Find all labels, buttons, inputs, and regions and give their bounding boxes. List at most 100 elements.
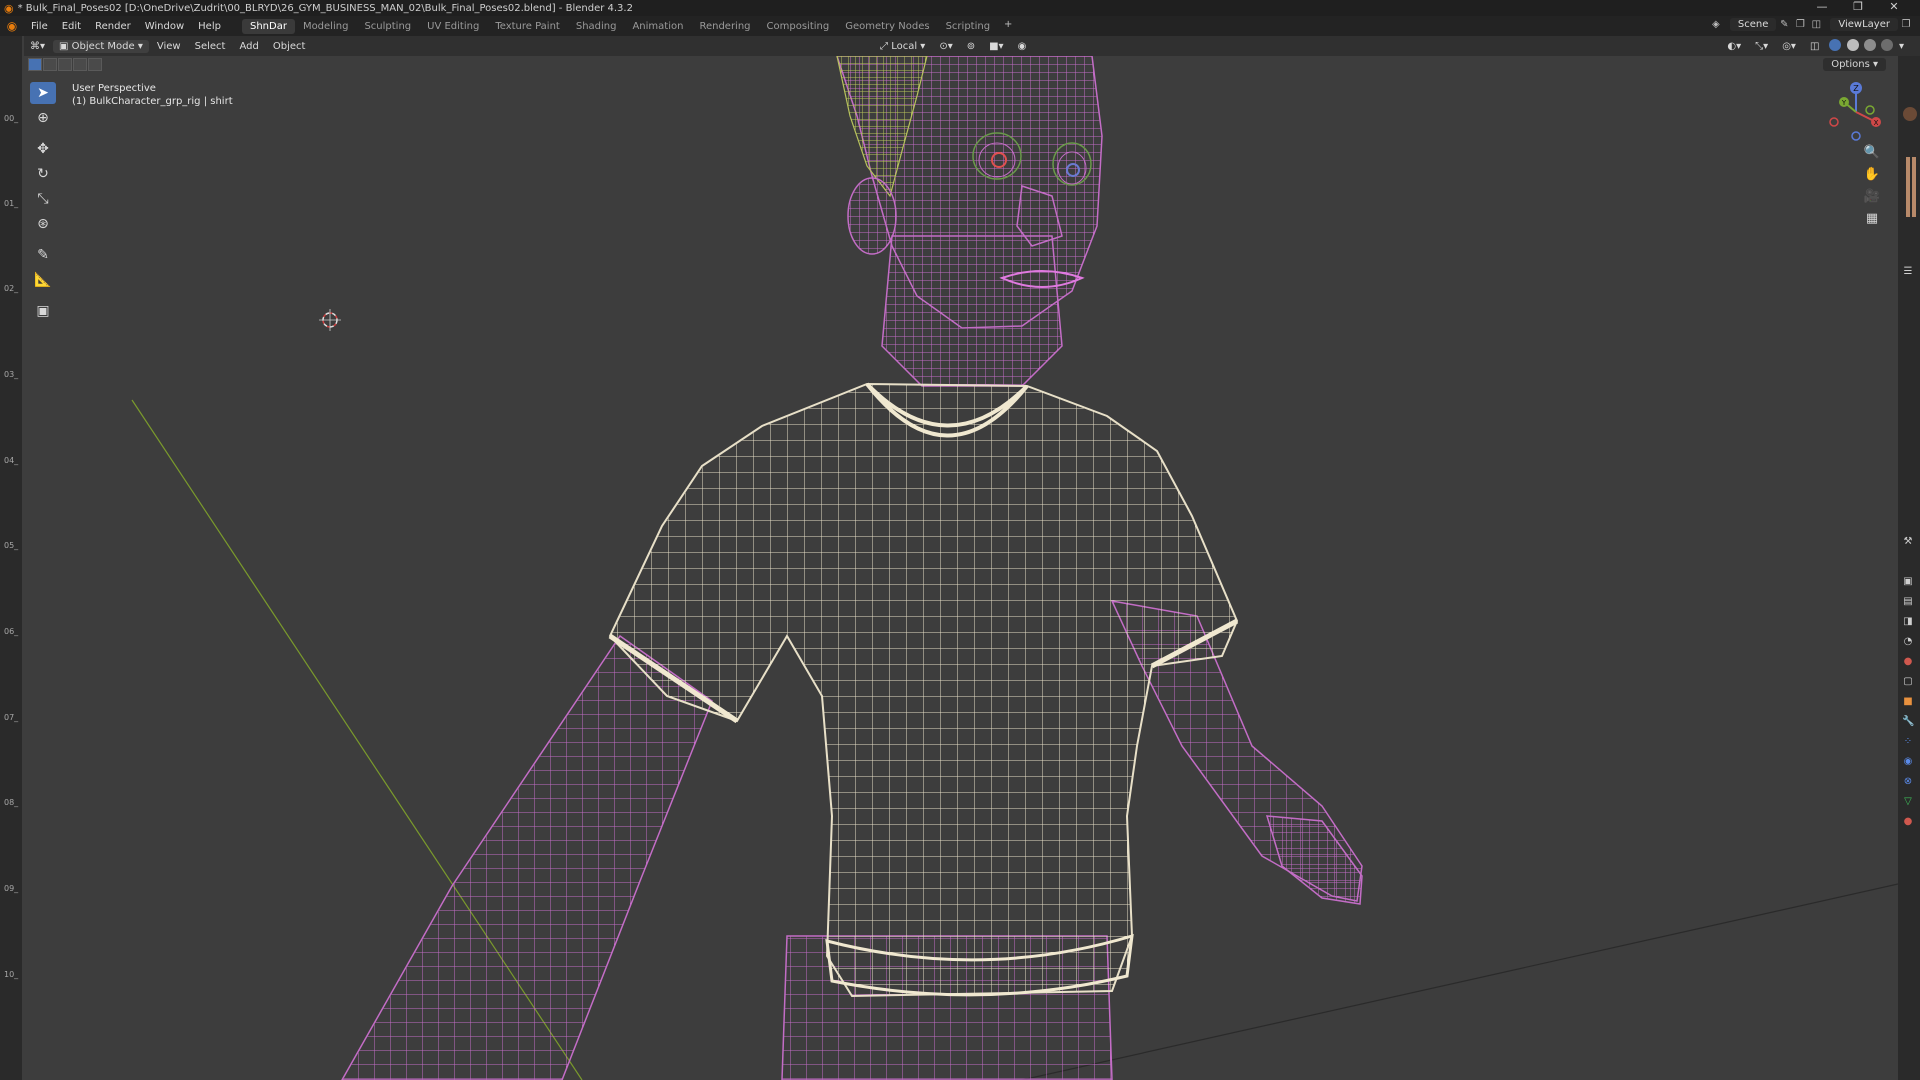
- marker-label: 00_: [4, 114, 19, 123]
- view-layer-field[interactable]: ViewLayer: [1830, 18, 1898, 31]
- workspace-tabs: ShnDar Modeling Sculpting UV Editing Tex…: [241, 18, 1018, 34]
- maximize-button[interactable]: ❐: [1840, 0, 1876, 13]
- window-titlebar: ◉ * Bulk_Final_Poses02 [D:\OneDrive\Zudr…: [0, 0, 1920, 16]
- cursor-icon[interactable]: ⊕: [30, 107, 56, 129]
- gizmo-neg-x[interactable]: [1829, 117, 1839, 127]
- tab-scripting[interactable]: Scripting: [938, 19, 998, 34]
- outliner-icon[interactable]: ☰: [1902, 266, 1914, 278]
- view-layer-props-icon[interactable]: ◨: [1902, 616, 1914, 628]
- select-box-icon[interactable]: ➤: [30, 82, 56, 104]
- editor-type-icon[interactable]: ⌘▾: [24, 40, 51, 53]
- select-new-icon[interactable]: [28, 58, 42, 71]
- data-props-icon[interactable]: ▽: [1902, 796, 1914, 808]
- output-props-icon[interactable]: ▤: [1902, 596, 1914, 608]
- tab-sculpting[interactable]: Sculpting: [356, 19, 419, 34]
- tab-shading[interactable]: Shading: [568, 19, 625, 34]
- rotate-icon[interactable]: ↻: [30, 163, 56, 185]
- menu-file[interactable]: File: [24, 21, 55, 32]
- constraints-props-icon[interactable]: ⊗: [1902, 776, 1914, 788]
- object-mode-dropdown[interactable]: ▣ Object Mode ▾: [53, 39, 149, 53]
- tab-shndar[interactable]: ShnDar: [241, 18, 295, 34]
- collection-props-icon[interactable]: ▢: [1902, 676, 1914, 688]
- gizmo-icon[interactable]: ⤡▾: [1749, 40, 1774, 53]
- menu-select[interactable]: Select: [189, 40, 232, 53]
- new-scene-icon[interactable]: ❐: [1792, 19, 1808, 30]
- snap-target-icon[interactable]: ■▾: [983, 40, 1009, 53]
- new-view-layer-icon[interactable]: ❐: [1898, 19, 1914, 30]
- menu-edit[interactable]: Edit: [55, 21, 88, 32]
- perspective-toggle-icon[interactable]: ▦: [1862, 211, 1882, 233]
- overlay-icon[interactable]: ◎▾: [1776, 40, 1802, 53]
- pan-hand-icon[interactable]: ✋: [1862, 167, 1882, 189]
- particles-props-icon[interactable]: ⁘: [1902, 736, 1914, 748]
- view-layer-icon[interactable]: ◫: [1808, 19, 1824, 30]
- menu-render[interactable]: Render: [88, 21, 138, 32]
- tab-uv-editing[interactable]: UV Editing: [419, 19, 487, 34]
- snap-icon[interactable]: ⊚: [961, 40, 981, 53]
- add-workspace-button[interactable]: +: [998, 19, 1018, 34]
- camera-view-icon[interactable]: 🎥: [1862, 189, 1882, 211]
- 3d-cursor-icon[interactable]: [319, 309, 341, 331]
- pivot-icon[interactable]: ⊙▾: [933, 40, 958, 53]
- world-props-icon[interactable]: ●: [1902, 656, 1914, 668]
- menu-object[interactable]: Object: [267, 40, 312, 53]
- zoom-icon[interactable]: 🔍: [1862, 145, 1882, 167]
- viewport-canvas[interactable]: [22, 56, 1898, 1080]
- tab-rendering[interactable]: Rendering: [691, 19, 758, 34]
- character-hand-mesh[interactable]: [1265, 815, 1363, 905]
- tool-props-icon[interactable]: ⚒: [1902, 536, 1914, 548]
- material-shading-icon[interactable]: [1863, 38, 1876, 51]
- navigation-gizmo[interactable]: Z Y X: [1826, 80, 1886, 144]
- 3d-viewport[interactable]: [22, 56, 1898, 1080]
- tab-geometry-nodes[interactable]: Geometry Nodes: [837, 19, 937, 34]
- solid-shading-icon[interactable]: [1846, 38, 1859, 51]
- transform-controls: ⤢ Local ▾ ⊙▾ ⊚ ■▾ ◉: [874, 40, 1034, 53]
- viewport-display-controls: ◐▾ ⤡▾ ◎▾ ◫ ▾: [1721, 38, 1912, 54]
- character-left-arm-mesh[interactable]: [341, 634, 713, 1080]
- object-props-icon[interactable]: ■: [1902, 696, 1914, 708]
- material-props-icon[interactable]: ●: [1902, 816, 1914, 828]
- visibility-icon[interactable]: ◐▾: [1721, 40, 1747, 53]
- pin-icon[interactable]: ✎: [1776, 19, 1792, 30]
- select-subtract-icon[interactable]: [58, 58, 72, 71]
- blender-menu-icon[interactable]: ◉: [0, 19, 24, 33]
- xray-icon[interactable]: ◫: [1804, 40, 1825, 53]
- add-cube-icon[interactable]: ▣: [30, 300, 56, 322]
- rendered-shading-icon[interactable]: [1880, 38, 1893, 51]
- transform-icon[interactable]: ⊛: [30, 213, 56, 235]
- proportional-edit-icon[interactable]: ◉: [1012, 40, 1033, 53]
- orientation-label: Local: [891, 40, 918, 52]
- menu-window[interactable]: Window: [138, 21, 191, 32]
- minimize-button[interactable]: —: [1804, 0, 1840, 13]
- menu-help[interactable]: Help: [191, 21, 228, 32]
- scene-props-icon[interactable]: ◔: [1902, 636, 1914, 648]
- select-intersect-icon[interactable]: [88, 58, 102, 71]
- gizmo-neg-z[interactable]: [1851, 131, 1861, 141]
- gizmo-neg-y[interactable]: [1865, 105, 1875, 115]
- modifier-props-icon[interactable]: 🔧: [1902, 716, 1914, 728]
- tab-animation[interactable]: Animation: [624, 19, 691, 34]
- character-ear-mesh[interactable]: [847, 177, 897, 255]
- tab-compositing[interactable]: Compositing: [759, 19, 838, 34]
- render-props-icon[interactable]: ▣: [1902, 576, 1914, 588]
- marker-label: 04_: [4, 456, 19, 465]
- select-extend-icon[interactable]: [43, 58, 57, 71]
- shading-options-icon[interactable]: ▾: [1893, 40, 1910, 53]
- select-invert-icon[interactable]: [73, 58, 87, 71]
- character-shirt-mesh[interactable]: [608, 382, 1239, 998]
- scene-field[interactable]: Scene: [1729, 18, 1777, 31]
- move-icon[interactable]: ✥: [30, 138, 56, 160]
- scale-icon[interactable]: ⤡: [30, 188, 56, 210]
- options-button[interactable]: Options ▾: [1823, 58, 1886, 71]
- scene-icon[interactable]: ◈: [1708, 19, 1724, 30]
- tab-modeling[interactable]: Modeling: [295, 19, 357, 34]
- measure-icon[interactable]: 📐: [30, 269, 56, 291]
- tab-texture-paint[interactable]: Texture Paint: [487, 19, 568, 34]
- menu-add[interactable]: Add: [233, 40, 264, 53]
- orientation-dropdown[interactable]: ⤢ Local ▾: [874, 40, 931, 53]
- menu-view[interactable]: View: [151, 40, 187, 53]
- annotate-icon[interactable]: ✎: [30, 244, 56, 266]
- wireframe-shading-icon[interactable]: [1829, 38, 1842, 51]
- physics-props-icon[interactable]: ◉: [1902, 756, 1914, 768]
- close-button[interactable]: ✕: [1876, 0, 1912, 13]
